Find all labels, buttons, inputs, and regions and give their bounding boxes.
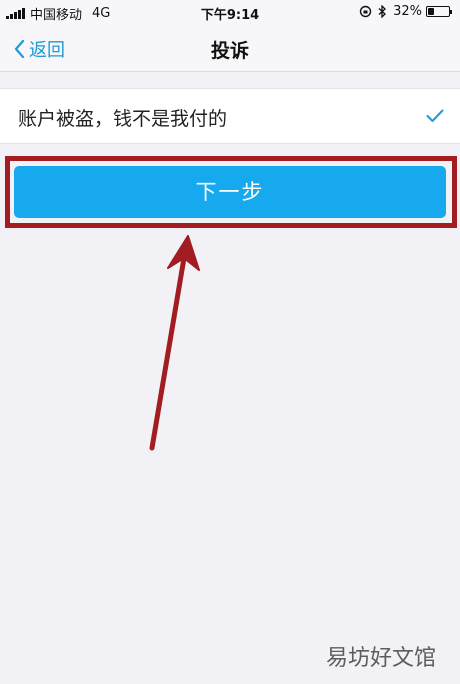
watermark: 易坊好文馆	[325, 646, 436, 671]
annotation-arrow	[149, 235, 200, 451]
